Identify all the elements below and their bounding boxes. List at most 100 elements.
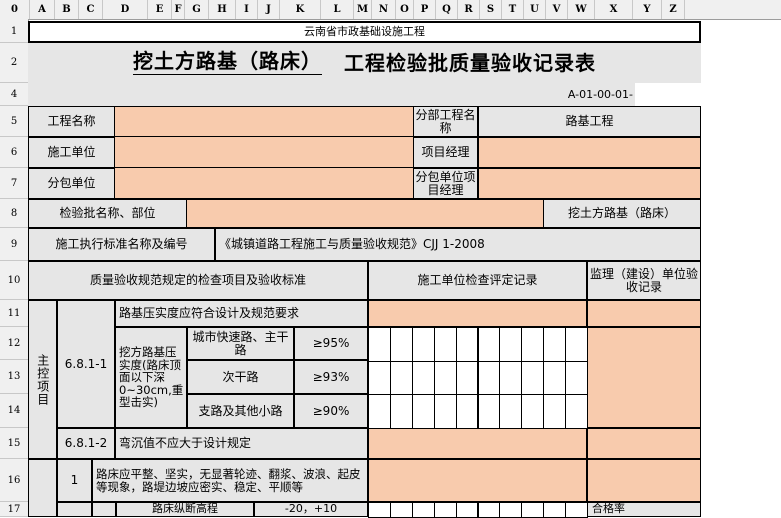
measure-cell[interactable] <box>455 327 479 362</box>
measure-cell[interactable] <box>521 394 545 429</box>
column-header-u[interactable]: U <box>524 0 546 19</box>
measure-cell[interactable] <box>499 360 523 396</box>
measure-cell[interactable] <box>455 394 479 429</box>
column-header-g[interactable]: G <box>185 0 209 19</box>
column-header-e[interactable]: E <box>148 0 172 19</box>
column-header-l[interactable]: L <box>321 0 354 19</box>
measure-cell[interactable] <box>389 360 413 396</box>
column-header-k[interactable]: K <box>280 0 321 19</box>
column-header-y[interactable]: Y <box>633 0 662 19</box>
measure-cell[interactable] <box>543 327 567 362</box>
column-header-n[interactable]: N <box>372 0 396 19</box>
column-header-z[interactable]: Z <box>662 0 685 19</box>
measure-cell[interactable] <box>433 502 457 518</box>
measure-cell[interactable] <box>499 394 523 429</box>
subcontract-unit-input[interactable] <box>115 168 413 199</box>
batch-name-input[interactable] <box>187 199 543 228</box>
standard-value[interactable]: 《城镇道路工程施工与质量验收规范》CJJ 1-2008 <box>215 228 701 261</box>
row-header-12[interactable]: 12 <box>0 327 28 360</box>
column-header-o[interactable]: O <box>396 0 414 19</box>
measure-cell[interactable] <box>543 502 567 518</box>
row-header-4[interactable]: 4 <box>0 83 28 106</box>
measure-cell[interactable] <box>411 394 435 429</box>
measure-cell[interactable] <box>521 502 545 518</box>
column-header-t[interactable]: T <box>502 0 524 19</box>
measure-cell[interactable] <box>543 394 567 429</box>
measure-cell[interactable] <box>543 360 567 396</box>
measure-cell[interactable] <box>521 360 545 396</box>
measure-cell[interactable] <box>521 327 545 362</box>
measure-cell[interactable] <box>368 327 391 362</box>
batch-name-value[interactable]: 挖土方路基（路床） <box>543 199 701 228</box>
measure-cell[interactable] <box>389 502 413 518</box>
measure-cell[interactable] <box>477 502 501 518</box>
row-header-1[interactable]: 1 <box>0 21 28 43</box>
row-header-7[interactable]: 7 <box>0 168 28 199</box>
measure-cell[interactable] <box>499 502 523 518</box>
measure-cell[interactable] <box>565 360 588 396</box>
measure-cell[interactable] <box>565 394 588 429</box>
measure-cell[interactable] <box>477 360 501 396</box>
column-header-d[interactable]: D <box>103 0 148 19</box>
row-header-11[interactable]: 11 <box>0 300 28 327</box>
compaction-supervision[interactable] <box>587 327 701 428</box>
row-header-14[interactable]: 14 <box>0 394 28 428</box>
column-header-s[interactable]: S <box>480 0 502 19</box>
column-header-0[interactable]: 0 <box>0 0 30 19</box>
measure-cell[interactable] <box>389 327 413 362</box>
column-header-i[interactable]: I <box>236 0 258 19</box>
measure-cell[interactable] <box>411 502 435 518</box>
row-header-6[interactable]: 6 <box>0 137 28 168</box>
measure-cell[interactable] <box>368 502 391 518</box>
measure-cell[interactable] <box>455 502 479 518</box>
clause-1-record[interactable] <box>368 300 587 327</box>
column-header-b[interactable]: B <box>55 0 79 19</box>
column-header-v[interactable]: V <box>546 0 568 19</box>
construction-unit-input[interactable] <box>115 137 413 168</box>
subcontract-manager-input[interactable] <box>478 168 701 199</box>
document-code-input[interactable] <box>635 83 701 106</box>
measure-cell[interactable] <box>499 327 523 362</box>
general-item-record[interactable] <box>368 459 587 502</box>
column-header-h[interactable]: H <box>209 0 236 19</box>
row-header-2[interactable]: 2 <box>0 43 28 83</box>
measure-cell[interactable] <box>433 360 457 396</box>
row-header-10[interactable]: 10 <box>0 261 28 300</box>
clause-2-record[interactable] <box>368 428 587 459</box>
clause-2-supervision[interactable] <box>587 428 701 459</box>
general-item-supervision[interactable] <box>587 459 701 502</box>
clause-1-supervision[interactable] <box>587 300 701 327</box>
column-header-j[interactable]: J <box>258 0 280 19</box>
measure-cell[interactable] <box>433 394 457 429</box>
column-header-f[interactable]: F <box>172 0 185 19</box>
measure-cell[interactable] <box>389 394 413 429</box>
row-header-17[interactable]: 17 <box>0 502 28 517</box>
measure-cell[interactable] <box>368 360 391 396</box>
org-title-cell[interactable]: 云南省市政基础设施工程 <box>28 21 701 43</box>
column-header-m[interactable]: M <box>354 0 372 19</box>
measure-cell[interactable] <box>411 327 435 362</box>
column-header-c[interactable]: C <box>79 0 103 19</box>
column-header-x[interactable]: X <box>595 0 633 19</box>
row-header-16[interactable]: 16 <box>0 459 28 502</box>
column-header-w[interactable]: W <box>568 0 595 19</box>
measure-cell[interactable] <box>455 360 479 396</box>
column-header-r[interactable]: R <box>458 0 480 19</box>
row-header-15[interactable]: 15 <box>0 428 28 459</box>
project-manager-input[interactable] <box>478 137 701 168</box>
project-name-input[interactable] <box>115 106 413 137</box>
measure-cell[interactable] <box>565 502 588 518</box>
measure-cell[interactable] <box>477 394 501 429</box>
measure-cell[interactable] <box>477 327 501 362</box>
measure-cell[interactable] <box>433 327 457 362</box>
measure-cell[interactable] <box>565 327 588 362</box>
sub-project-value[interactable]: 路基工程 <box>478 106 701 137</box>
column-header-a[interactable]: A <box>30 0 55 19</box>
measure-cell[interactable] <box>411 360 435 396</box>
measure-cell[interactable] <box>368 394 391 429</box>
row-header-8[interactable]: 8 <box>0 199 28 228</box>
main-title-cell[interactable]: 挖土方路基（路床） 工程检验批质量验收记录表 <box>28 43 701 83</box>
row-header-13[interactable]: 13 <box>0 360 28 394</box>
column-header-p[interactable]: P <box>414 0 436 19</box>
row-header-9[interactable]: 9 <box>0 228 28 261</box>
